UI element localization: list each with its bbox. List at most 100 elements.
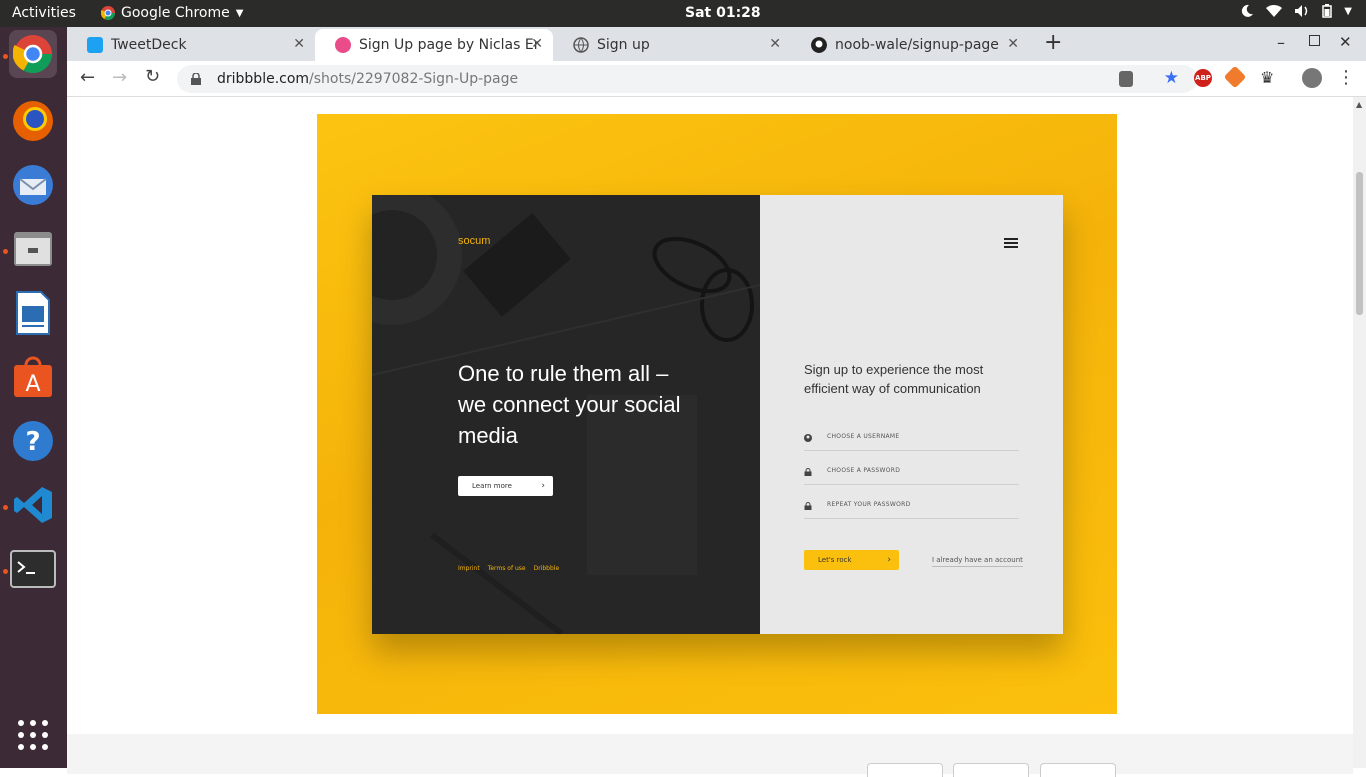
tab-signup[interactable]: Sign up ✕ — [553, 29, 791, 61]
footer-link-imprint[interactable]: Imprint — [458, 565, 480, 572]
libreoffice-writer-icon — [16, 291, 50, 335]
dock-chrome[interactable] — [9, 30, 57, 78]
close-icon[interactable]: ✕ — [531, 36, 543, 52]
signup-mockup: socum One to rule them all – we connect … — [372, 195, 1063, 634]
lock-icon — [804, 468, 812, 476]
wifi-icon — [1266, 4, 1283, 18]
shot-action-button[interactable] — [867, 763, 943, 777]
tab-tweetdeck[interactable]: TweetDeck ✕ — [67, 29, 315, 61]
address-bar[interactable]: dribbble.com/shots/2297082-Sign-Up-page … — [177, 65, 1197, 93]
night-light-icon — [1242, 4, 1254, 17]
volume-icon — [1295, 5, 1308, 17]
chevron-right-icon: › — [541, 481, 545, 491]
password-field[interactable]: CHOOSE A PASSWORD — [804, 465, 1019, 485]
username-field[interactable]: CHOOSE A USERNAME — [804, 431, 1019, 451]
twitter-icon — [87, 37, 103, 53]
dribbble-shot-image: socum One to rule them all – we connect … — [317, 114, 1117, 714]
dock-terminal[interactable] — [9, 545, 57, 593]
chrome-icon — [13, 35, 53, 74]
tab-title: TweetDeck — [111, 37, 187, 53]
hero-headline: One to rule them all – we connect your s… — [458, 361, 681, 448]
running-indicator — [3, 505, 8, 510]
shot-action-button[interactable] — [1040, 763, 1116, 777]
tab-dribbble-signup[interactable]: Sign Up page by Niclas Er ✕ — [315, 29, 553, 61]
menu-kebab-icon[interactable]: ⋮ — [1337, 67, 1355, 88]
page-scrollbar[interactable]: ▲ — [1353, 97, 1366, 768]
thunderbird-icon — [13, 165, 53, 205]
hamburger-menu-icon[interactable] — [1004, 238, 1018, 248]
scroll-up-icon[interactable]: ▲ — [1356, 100, 1362, 109]
svg-text:?: ? — [25, 427, 40, 457]
reload-icon[interactable]: ↻ — [145, 66, 160, 87]
system-top-bar: Activities Google Chrome ▼ Sat 01:28 ▼ — [0, 0, 1366, 27]
dock-help[interactable]: ? — [9, 417, 57, 465]
learn-more-label: Learn more — [472, 482, 512, 490]
brand-logo: socum — [458, 235, 491, 247]
github-icon — [811, 37, 827, 53]
app-grid-icon — [18, 720, 48, 750]
tab-title: Sign Up page by Niclas Er — [359, 37, 539, 53]
clock[interactable]: Sat 01:28 — [685, 5, 761, 21]
signup-heading: Sign up to experience the most efficient… — [804, 362, 984, 396]
hero-panel: socum One to rule them all – we connect … — [372, 195, 760, 634]
files-icon — [14, 232, 52, 266]
new-tab-icon[interactable]: + — [1044, 30, 1062, 55]
minimize-icon[interactable]: – — [1277, 33, 1285, 52]
url-domain: dribbble.com — [217, 71, 310, 87]
extension-crown-icon[interactable]: ♛ — [1260, 68, 1274, 87]
signup-panel: Sign up to experience the most efficient… — [760, 195, 1063, 634]
activities-button[interactable]: Activities — [12, 5, 76, 21]
site-info-icon[interactable] — [1119, 71, 1133, 87]
chevron-down-icon: ▼ — [1344, 5, 1352, 17]
password-placeholder: CHOOSE A PASSWORD — [827, 467, 901, 474]
tab-title: noob-wale/signup-page — [835, 37, 999, 53]
close-icon[interactable]: ✕ — [769, 36, 781, 52]
back-icon[interactable]: ← — [80, 67, 95, 88]
globe-icon — [573, 37, 589, 53]
forward-icon[interactable]: → — [112, 67, 127, 88]
show-applications-button[interactable] — [9, 711, 57, 759]
learn-more-button[interactable]: Learn more › — [458, 476, 553, 496]
svg-text:A: A — [25, 372, 40, 397]
adblock-icon[interactable]: ABP — [1194, 69, 1212, 87]
vscode-icon — [14, 487, 52, 523]
footer-link-terms[interactable]: Terms of use — [488, 565, 526, 572]
dock-thunderbird[interactable] — [9, 161, 57, 209]
system-tray[interactable]: ▼ — [1240, 4, 1352, 18]
tab-github[interactable]: noob-wale/signup-page ✕ — [791, 29, 1029, 61]
running-indicator — [3, 569, 8, 574]
below-shot-area — [67, 734, 1353, 774]
maximize-icon[interactable] — [1309, 35, 1320, 46]
dock-vscode[interactable] — [9, 481, 57, 529]
dribbble-icon — [335, 37, 351, 53]
url-path: /shots/2297082-Sign-Up-page — [309, 71, 519, 87]
repeat-password-placeholder: REPEAT YOUR PASSWORD — [827, 501, 911, 508]
lock-icon — [804, 502, 812, 510]
lock-icon — [191, 73, 201, 85]
terminal-icon — [10, 550, 56, 588]
shot-action-button[interactable] — [953, 763, 1029, 777]
repeat-password-field[interactable]: REPEAT YOUR PASSWORD — [804, 499, 1019, 519]
close-window-icon[interactable]: ✕ — [1339, 33, 1352, 51]
page-content: socum One to rule them all – we connect … — [67, 97, 1353, 777]
firefox-icon — [13, 101, 53, 141]
app-menu[interactable]: Google Chrome ▼ — [101, 5, 243, 21]
dock-writer[interactable] — [9, 289, 57, 337]
dock-firefox[interactable] — [9, 97, 57, 145]
help-icon: ? — [13, 421, 53, 461]
close-icon[interactable]: ✕ — [293, 36, 305, 52]
lets-rock-button[interactable]: Let's rock › — [804, 550, 899, 570]
extension-tag-icon[interactable] — [1223, 65, 1247, 89]
chevron-down-icon: ▼ — [235, 7, 244, 19]
chrome-icon — [101, 6, 115, 20]
profile-avatar[interactable] — [1302, 68, 1322, 88]
bookmark-star-icon[interactable]: ★ — [1164, 68, 1179, 88]
battery-icon — [1322, 4, 1333, 18]
dock-software[interactable]: A — [9, 353, 57, 401]
dock-files[interactable] — [9, 225, 57, 273]
footer-link-dribbble[interactable]: Dribbble — [534, 565, 560, 572]
scrollbar-thumb[interactable] — [1356, 172, 1363, 315]
dock: A ? — [0, 27, 67, 768]
close-icon[interactable]: ✕ — [1007, 36, 1019, 52]
login-link[interactable]: I already have an account — [932, 556, 1023, 567]
